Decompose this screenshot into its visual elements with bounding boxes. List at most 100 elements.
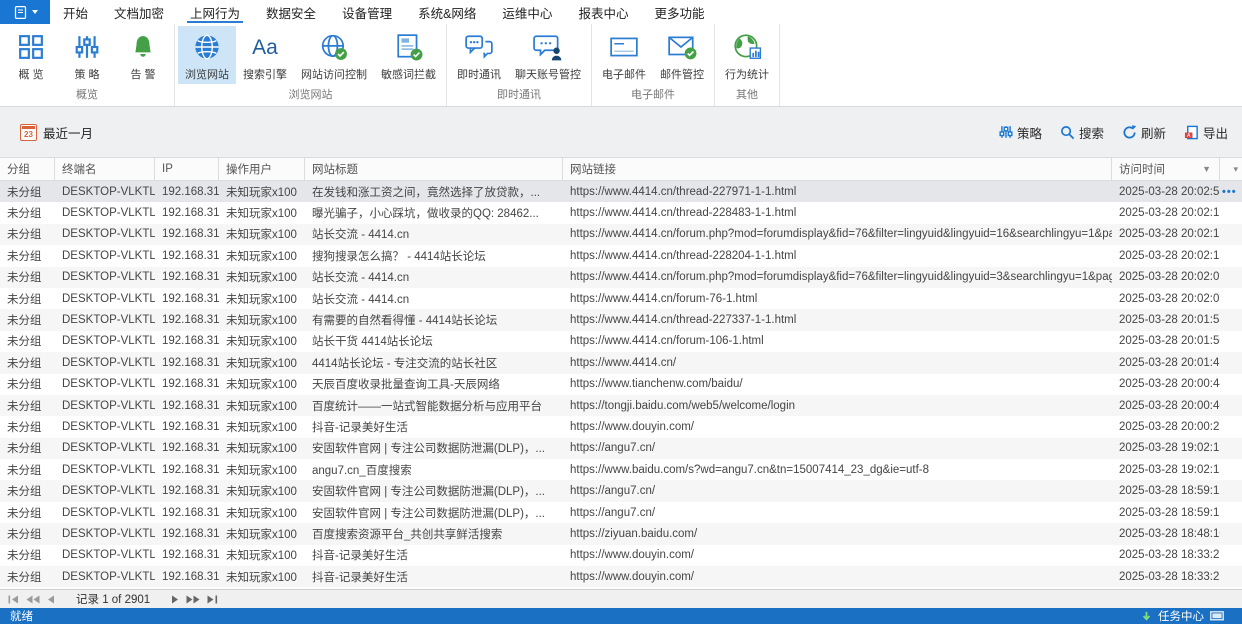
cell-time: 2025-03-28 20:01:43 — [1119, 356, 1220, 369]
row-more-button[interactable] — [1220, 352, 1242, 373]
ribbon-button-search-engine[interactable]: Aa 搜索引擎 — [236, 26, 294, 84]
cell-group: 未分组 — [7, 272, 42, 285]
row-more-button[interactable] — [1220, 288, 1242, 309]
export-button[interactable]: A 导出 — [1184, 123, 1228, 142]
ribbon-button-chat-account-control[interactable]: 聊天账号管控 — [508, 26, 588, 84]
table-row[interactable]: 未分组 DESKTOP-VLKTLE1 192.168.31.27 未知玩家x1… — [0, 394, 1242, 417]
column-header-title[interactable]: 网站标题 — [305, 158, 563, 180]
table-row[interactable]: 未分组 DESKTOP-VLKTLE1 192.168.31.27 未知玩家x1… — [0, 352, 1242, 374]
menu-item-more-features[interactable]: 更多功能 — [641, 0, 717, 24]
ribbon-group-label: 概览 — [76, 89, 98, 101]
row-more-button[interactable] — [1220, 331, 1242, 352]
table-row[interactable]: 未分组 DESKTOP-VLKTLE1 192.168.31.27 未知玩家x1… — [0, 459, 1242, 480]
menu-item-data-security[interactable]: 数据安全 — [253, 0, 329, 24]
menu-item-internet-behavior[interactable]: 上网行为 — [177, 0, 253, 24]
date-range-filter[interactable]: 23 最近一月 — [20, 123, 93, 142]
row-more-button[interactable] — [1220, 202, 1242, 223]
task-window-icon[interactable] — [1210, 610, 1224, 622]
table-row[interactable]: 未分组 DESKTOP-VLKTLE1 192.168.31.27 未知玩家x1… — [0, 545, 1242, 566]
table-row[interactable]: 未分组 DESKTOP-VLKTLE1 192.168.31.27 未知玩家x1… — [0, 202, 1242, 223]
ribbon-group-overview: 概 览 策 略 告 警 概览 — [0, 24, 175, 106]
row-more-button[interactable] — [1220, 480, 1242, 501]
table-row[interactable]: 未分组 DESKTOP-VLKTLE1 192.168.31.27 未知玩家x1… — [0, 480, 1242, 502]
menu-item-device-mgmt[interactable]: 设备管理 — [329, 0, 405, 24]
cell-url: https://www.douyin.com/ — [570, 570, 694, 583]
search-button[interactable]: 搜索 — [1060, 123, 1104, 142]
ribbon-button-web-access-control[interactable]: 网站访问控制 — [294, 26, 374, 84]
cell-user: 未知玩家x100 — [226, 229, 297, 242]
last-record-button[interactable] — [207, 595, 218, 604]
cell-ip: 192.168.31.27 — [162, 292, 219, 305]
row-more-button[interactable] — [1220, 523, 1242, 544]
row-more-button[interactable] — [1220, 545, 1242, 566]
menu-item-report-center[interactable]: 报表中心 — [565, 0, 641, 24]
column-header-group[interactable]: 分组 — [0, 158, 55, 180]
ribbon-button-sensitive-word-block[interactable]: 敏感词拦截 — [374, 26, 443, 84]
table-row[interactable]: 未分组 DESKTOP-VLKTLE1 192.168.31.27 未知玩家x1… — [0, 181, 1242, 203]
menu-item-doc-encrypt[interactable]: 文档加密 — [101, 0, 177, 24]
row-more-button[interactable] — [1220, 309, 1242, 330]
row-more-button[interactable]: ••• — [1220, 181, 1242, 202]
table-row[interactable]: 未分组 DESKTOP-VLKTLE1 192.168.31.27 未知玩家x1… — [0, 374, 1242, 395]
ribbon-group-browse-web: 浏览网站 Aa 搜索引擎 网站访问控制 敏感词拦截 浏览网站 — [175, 24, 447, 106]
ribbon-button-instant-messaging[interactable]: 即时通讯 — [450, 26, 508, 84]
menu-item-ops-center[interactable]: 运维中心 — [489, 0, 565, 24]
table-row[interactable]: 未分组 DESKTOP-VLKTLE1 192.168.31.27 未知玩家x1… — [0, 331, 1242, 352]
ribbon-button-overview[interactable]: 概 览 — [3, 26, 59, 84]
row-more-button[interactable] — [1220, 416, 1242, 437]
ribbon-button-behavior-stats[interactable]: 行为统计 — [718, 26, 776, 84]
cell-user: 未知玩家x100 — [226, 486, 297, 499]
table-row[interactable]: 未分组 DESKTOP-VLKTLE1 192.168.31.27 未知玩家x1… — [0, 266, 1242, 288]
row-more-button[interactable] — [1220, 224, 1242, 245]
row-more-button[interactable] — [1220, 438, 1242, 459]
table-row[interactable]: 未分组 DESKTOP-VLKTLE1 192.168.31.27 未知玩家x1… — [0, 245, 1242, 266]
table-row[interactable]: 未分组 DESKTOP-VLKTLE1 192.168.31.27 未知玩家x1… — [0, 437, 1242, 460]
table-row[interactable]: 未分组 DESKTOP-VLKTLE1 192.168.31.27 未知玩家x1… — [0, 288, 1242, 309]
ribbon-button-browse-website[interactable]: 浏览网站 — [178, 26, 236, 84]
next-page-button[interactable] — [186, 595, 200, 604]
prev-page-button[interactable] — [26, 595, 40, 604]
app-menu-button[interactable] — [0, 0, 50, 24]
row-more-button[interactable] — [1220, 245, 1242, 266]
table-row[interactable]: 未分组 DESKTOP-VLKTLE1 192.168.31.27 未知玩家x1… — [0, 416, 1242, 437]
menu-item-system-network[interactable]: 系统&网络 — [405, 0, 489, 24]
cell-group: 未分组 — [7, 528, 42, 541]
ribbon-button-email[interactable]: 电子邮件 — [595, 26, 653, 84]
cell-title: 抖音-记录美好生活 — [312, 550, 408, 563]
column-header-url[interactable]: 网站链接 — [563, 158, 1112, 180]
task-center-button[interactable]: 任务中心 — [1158, 608, 1204, 624]
table-row[interactable]: 未分组 DESKTOP-VLKTLE1 192.168.31.27 未知玩家x1… — [0, 223, 1242, 246]
row-more-button[interactable] — [1220, 374, 1242, 395]
column-header-time[interactable]: 访问时间 ▼ — [1112, 158, 1220, 180]
row-more-button[interactable] — [1220, 566, 1242, 587]
menu-item-start[interactable]: 开始 — [50, 0, 101, 24]
row-more-button[interactable] — [1220, 502, 1242, 523]
cell-ip: 192.168.31.27 — [162, 378, 219, 391]
ribbon-group-label: 电子邮件 — [631, 89, 675, 101]
ribbon-button-mail-control[interactable]: 邮件管控 — [653, 26, 711, 84]
row-more-button[interactable] — [1220, 267, 1242, 288]
ribbon-group-label: 其他 — [736, 89, 758, 101]
ribbon-button-policy[interactable]: 策 略 — [59, 26, 115, 84]
next-record-button[interactable] — [171, 595, 179, 604]
table-row[interactable]: 未分组 DESKTOP-VLKTLE1 192.168.31.27 未知玩家x1… — [0, 523, 1242, 545]
filter-arrow-icon[interactable]: ▼ — [1202, 164, 1211, 174]
row-more-button[interactable] — [1220, 459, 1242, 480]
table-row[interactable]: 未分组 DESKTOP-VLKTLE1 192.168.31.27 未知玩家x1… — [0, 566, 1242, 588]
column-header-ip[interactable]: IP — [155, 158, 219, 180]
column-header-terminal[interactable]: 终端名 — [55, 158, 155, 180]
column-header-user[interactable]: 操作用户 — [219, 158, 305, 180]
table-row[interactable]: 未分组 DESKTOP-VLKTLE1 192.168.31.27 未知玩家x1… — [0, 309, 1242, 331]
ribbon-button-alert[interactable]: 告 警 — [115, 26, 171, 84]
chevron-down-icon[interactable]: ▾ — [1233, 164, 1238, 175]
cell-title: 有需要的自然看得懂 - 4414站长论坛 — [312, 315, 498, 328]
cell-ip: 192.168.31.27 — [162, 506, 219, 519]
cell-url: https://www.4414.cn/ — [570, 356, 677, 369]
refresh-button[interactable]: 刷新 — [1122, 123, 1166, 142]
policy-button[interactable]: 策略 — [999, 123, 1042, 142]
row-more-button[interactable] — [1220, 395, 1242, 416]
prev-record-button[interactable] — [47, 595, 55, 604]
table-row[interactable]: 未分组 DESKTOP-VLKTLE1 192.168.31.27 未知玩家x1… — [0, 502, 1242, 523]
first-record-button[interactable] — [8, 595, 19, 604]
cell-terminal: DESKTOP-VLKTLE1 — [62, 378, 155, 391]
